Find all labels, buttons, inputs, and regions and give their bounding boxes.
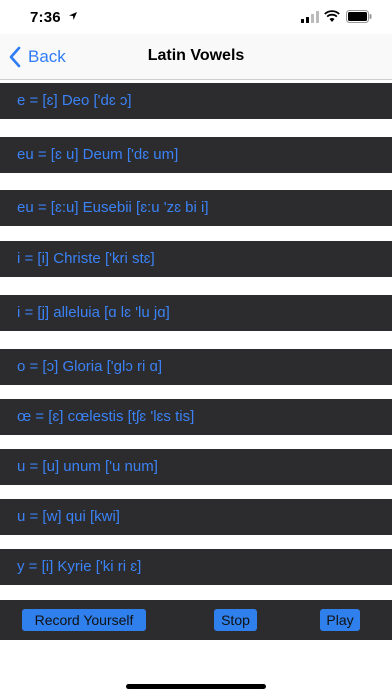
list-item[interactable]: œ = [ɛ] cœlestis [tʃɛ 'lɛs tis] bbox=[0, 399, 392, 435]
cellular-signal-icon bbox=[301, 11, 319, 23]
list-item[interactable]: u = [u] unum ['u num] bbox=[0, 449, 392, 485]
list-item[interactable]: u = [w] qui [kwi] bbox=[0, 499, 392, 535]
record-yourself-button[interactable]: Record Yourself bbox=[22, 609, 146, 631]
play-button[interactable]: Play bbox=[320, 609, 360, 631]
navigation-bar: Back Latin Vowels bbox=[0, 34, 392, 80]
list-item[interactable]: i = [i] Christe ['kri stɛ] bbox=[0, 241, 392, 277]
status-time: 7:36 bbox=[30, 9, 61, 26]
list-item[interactable]: y = [i] Kyrie ['ki ri ɛ] bbox=[0, 549, 392, 585]
battery-icon bbox=[346, 10, 372, 23]
stop-button[interactable]: Stop bbox=[214, 609, 257, 631]
status-bar: 7:36 bbox=[0, 0, 392, 34]
bottom-toolbar: Record Yourself Stop Play bbox=[0, 600, 392, 640]
list-item[interactable]: eu = [ɛ:u] Eusebii [ɛ:u 'zɛ bi i] bbox=[0, 190, 392, 226]
list-item[interactable]: o = [ɔ] Gloria ['glɔ ri ɑ] bbox=[0, 349, 392, 385]
list-item[interactable]: i = [j] alleluia [ɑ lɛ 'lu jɑ] bbox=[0, 295, 392, 331]
wifi-icon bbox=[324, 10, 340, 22]
list-item[interactable]: eu = [ɛ u] Deum ['dɛ um] bbox=[0, 137, 392, 173]
location-arrow-icon bbox=[69, 12, 77, 20]
home-indicator[interactable] bbox=[126, 684, 266, 689]
page-title: Latin Vowels bbox=[147, 47, 245, 64]
list-item[interactable]: e = [ɛ] Deo ['dɛ ɔ] bbox=[0, 83, 392, 119]
